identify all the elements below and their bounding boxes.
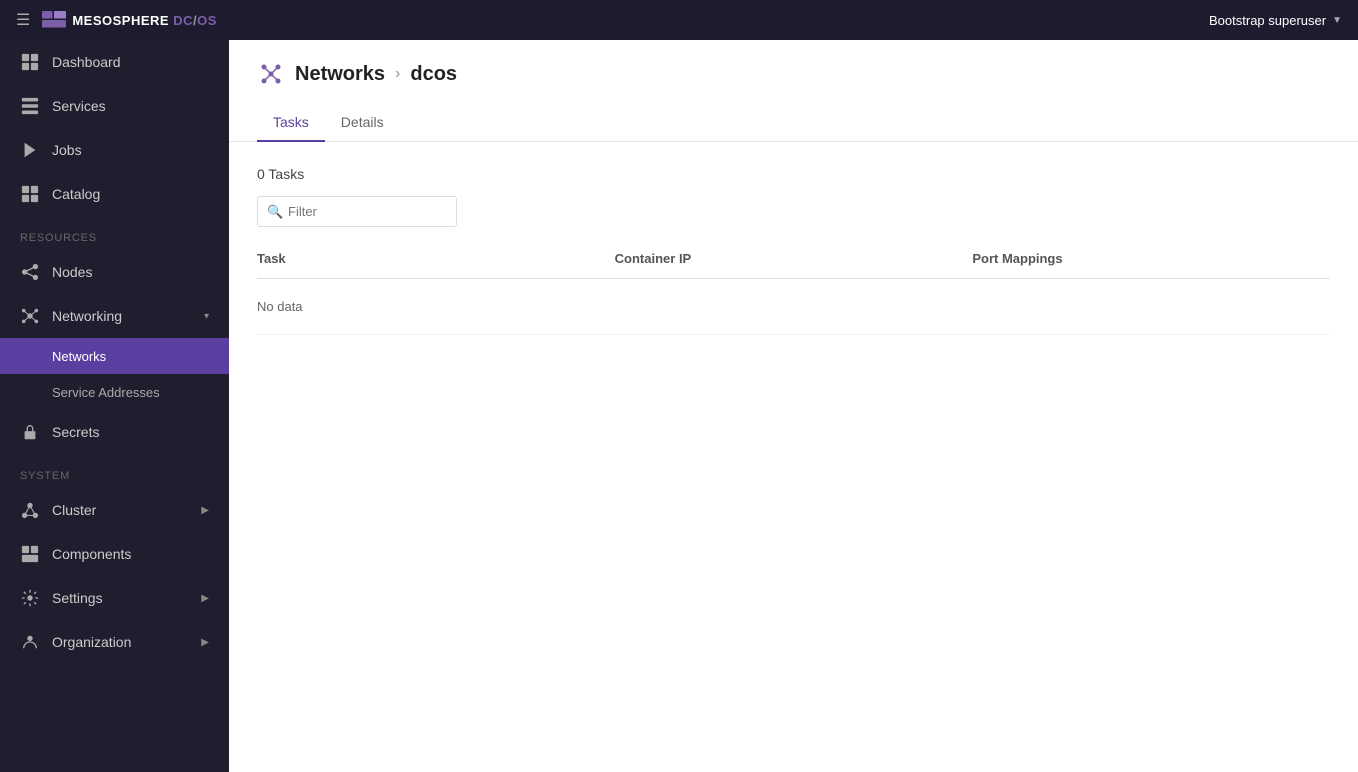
breadcrumb: Networks › dcos: [257, 60, 1330, 88]
tasks-count: 0 Tasks: [257, 166, 1330, 182]
sidebar-item-catalog[interactable]: Catalog: [0, 172, 229, 216]
settings-chevron-icon: ▶: [201, 593, 209, 604]
sidebar-item-label-dashboard: Dashboard: [52, 54, 209, 70]
content-body: 0 Tasks 🔍 Task Container IP Port Mapping…: [229, 142, 1358, 772]
user-dropdown-arrow: ▼: [1332, 15, 1342, 26]
sidebar-sub-item-networks[interactable]: Networks: [0, 338, 229, 374]
no-data-text: No data: [257, 289, 615, 324]
organization-chevron-icon: ▶: [201, 637, 209, 648]
main-layout: Dashboard Services Jobs Catalog Resource…: [0, 40, 1358, 772]
table-header-task: Task: [257, 247, 615, 270]
topbar: ☰ MESOSPHERE DC/OS Bootstrap superuser ▼: [0, 0, 1358, 40]
tab-details[interactable]: Details: [325, 104, 400, 142]
sidebar-item-label-networking: Networking: [52, 308, 192, 324]
topbar-user[interactable]: Bootstrap superuser ▼: [1209, 13, 1342, 28]
networks-breadcrumb-icon: [257, 60, 285, 88]
secrets-icon: [20, 422, 40, 442]
jobs-icon: [20, 140, 40, 160]
sidebar-item-settings[interactable]: Settings ▶: [0, 576, 229, 620]
components-icon: [20, 544, 40, 564]
sidebar-item-organization[interactable]: Organization ▶: [0, 620, 229, 664]
table-header: Task Container IP Port Mappings: [257, 247, 1330, 279]
user-label: Bootstrap superuser: [1209, 13, 1326, 28]
logo: MESOSPHERE DC/OS: [42, 11, 217, 29]
sidebar-sub-item-label-networks: Networks: [52, 349, 106, 364]
tasks-table: Task Container IP Port Mappings No data: [257, 247, 1330, 335]
organization-icon: [20, 632, 40, 652]
hamburger-menu-icon[interactable]: ☰: [16, 10, 30, 30]
sidebar-item-label-secrets: Secrets: [52, 424, 209, 440]
table-row-no-data: No data: [257, 279, 1330, 335]
breadcrumb-child: dcos: [410, 63, 457, 86]
networking-icon: [20, 306, 40, 326]
networking-chevron-icon: ▾: [204, 311, 209, 322]
sidebar-item-label-settings: Settings: [52, 590, 189, 606]
topbar-left: ☰ MESOSPHERE DC/OS: [16, 10, 217, 30]
logo-text: MESOSPHERE DC/OS: [72, 13, 217, 28]
sidebar-sub-item-label-service-addresses: Service Addresses: [52, 385, 160, 400]
dashboard-icon: [20, 52, 40, 72]
table-header-port-mappings: Port Mappings: [972, 247, 1330, 270]
table-header-container-ip: Container IP: [615, 247, 973, 270]
sidebar-item-networking[interactable]: Networking ▾: [0, 294, 229, 338]
sidebar-item-secrets[interactable]: Secrets: [0, 410, 229, 454]
filter-wrapper: 🔍: [257, 196, 457, 227]
breadcrumb-separator: ›: [395, 65, 400, 83]
cluster-icon: [20, 500, 40, 520]
services-icon: [20, 96, 40, 116]
mesosphere-logo-icon: [42, 11, 66, 29]
filter-search-icon: 🔍: [267, 204, 283, 220]
sidebar-item-dashboard[interactable]: Dashboard: [0, 40, 229, 84]
sidebar-item-label-services: Services: [52, 98, 209, 114]
sidebar-sub-item-service-addresses[interactable]: Service Addresses: [0, 374, 229, 410]
resources-section-label: Resources: [0, 216, 229, 250]
sidebar-item-label-nodes: Nodes: [52, 264, 209, 280]
sidebar-item-jobs[interactable]: Jobs: [0, 128, 229, 172]
content-header: Networks › dcos Tasks Details: [229, 40, 1358, 142]
nodes-icon: [20, 262, 40, 282]
catalog-icon: [20, 184, 40, 204]
cluster-chevron-icon: ▶: [201, 505, 209, 516]
tabs: Tasks Details: [257, 104, 1330, 141]
sidebar-item-nodes[interactable]: Nodes: [0, 250, 229, 294]
sidebar: Dashboard Services Jobs Catalog Resource…: [0, 40, 229, 772]
sidebar-item-components[interactable]: Components: [0, 532, 229, 576]
sidebar-item-label-cluster: Cluster: [52, 502, 189, 518]
sidebar-item-label-catalog: Catalog: [52, 186, 209, 202]
breadcrumb-parent[interactable]: Networks: [295, 63, 385, 86]
tab-tasks[interactable]: Tasks: [257, 104, 325, 142]
sidebar-item-label-jobs: Jobs: [52, 142, 209, 158]
sidebar-item-label-organization: Organization: [52, 634, 189, 650]
system-section-label: System: [0, 454, 229, 488]
sidebar-item-label-components: Components: [52, 546, 209, 562]
sidebar-item-services[interactable]: Services: [0, 84, 229, 128]
filter-input[interactable]: [257, 196, 457, 227]
sidebar-item-cluster[interactable]: Cluster ▶: [0, 488, 229, 532]
settings-icon: [20, 588, 40, 608]
content-area: Networks › dcos Tasks Details 0 Tasks 🔍 …: [229, 40, 1358, 772]
